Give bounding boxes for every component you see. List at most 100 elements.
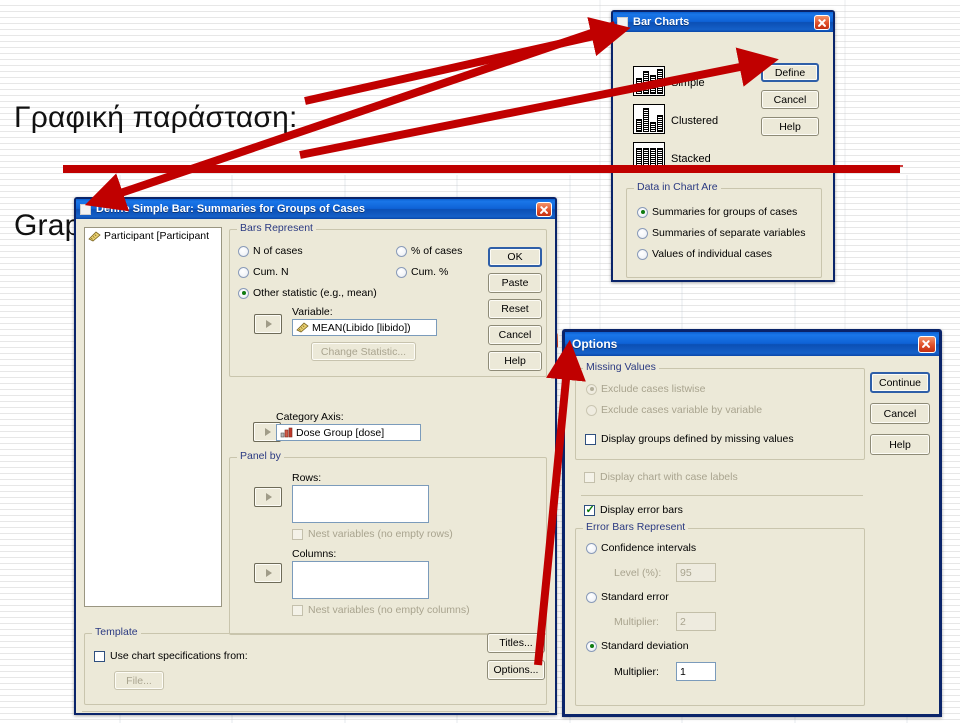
define-simple-bar-title: Define Simple Bar: Summaries for Groups …	[96, 203, 365, 215]
missing-values-group: Missing Values Exclude cases listwise Ex…	[575, 361, 865, 460]
options-titlebar[interactable]: Options	[565, 332, 939, 356]
define-simple-bar-dialog[interactable]: Define Simple Bar: Summaries for Groups …	[74, 197, 557, 715]
radio-standard-deviation[interactable]: Standard deviation	[586, 640, 689, 652]
missing-values-legend: Missing Values	[583, 361, 659, 373]
radio-standard-error[interactable]: Standard error	[586, 591, 669, 603]
radio-exclude-cases-listwise[interactable]: Exclude cases listwise	[586, 383, 705, 395]
radio-dot-icon	[238, 287, 249, 299]
checkbox-display-error-bars[interactable]: Display error bars	[584, 503, 683, 516]
checkbox-nest-variables-rows[interactable]: Nest variables (no empty rows)	[292, 528, 453, 540]
clustered-bar-icon[interactable]	[633, 104, 665, 134]
chart-type-label-clustered[interactable]: Clustered	[671, 115, 718, 127]
checkbox-use-chart-specifications[interactable]: Use chart specifications from:	[94, 650, 248, 662]
panel-rows-field[interactable]	[292, 485, 429, 523]
chart-type-label-simple[interactable]: Simple	[671, 77, 705, 89]
cancel-button[interactable]: Cancel	[488, 325, 542, 345]
change-statistic-button[interactable]: Change Statistic...	[311, 342, 416, 361]
list-item[interactable]: Participant [Participant	[85, 228, 221, 242]
radio-dot-icon	[586, 542, 597, 554]
options-button[interactable]: Options...	[487, 660, 545, 680]
radio-confidence-intervals[interactable]: Confidence intervals	[586, 542, 696, 554]
radio-dot-icon	[396, 245, 407, 257]
panel-rows-label: Rows:	[292, 472, 322, 484]
stacked-bar-icon[interactable]	[633, 142, 665, 172]
radio-dot-icon	[586, 383, 597, 395]
continue-button[interactable]: Continue	[870, 372, 930, 393]
checkbox-nest-variables-columns[interactable]: Nest variables (no empty columns)	[292, 604, 470, 616]
ruler-variable-icon	[88, 230, 101, 242]
standard-error-multiplier-input[interactable]: 2	[676, 612, 716, 631]
radio-summaries-separate-variables[interactable]: Summaries of separate variables	[637, 227, 806, 239]
category-axis-field[interactable]: Dose Group [dose]	[276, 424, 421, 441]
checkbox-box-icon	[584, 471, 595, 483]
help-button[interactable]: Help	[761, 117, 819, 136]
radio-values-individual-cases[interactable]: Values of individual cases	[637, 248, 772, 260]
variable-label: Variable:	[292, 306, 333, 318]
slide-title-line-1: Γραφική παράσταση:	[14, 101, 298, 134]
error-bars-represent-group: Error Bars Represent Confidence interval…	[575, 521, 865, 706]
panel-by-legend: Panel by	[237, 450, 284, 462]
cancel-button[interactable]: Cancel	[870, 403, 930, 424]
error-bars-legend: Error Bars Represent	[583, 521, 689, 533]
titles-button[interactable]: Titles...	[487, 633, 545, 653]
radio-label: N of cases	[253, 245, 303, 257]
checkbox-label: Display error bars	[600, 504, 683, 516]
reset-button[interactable]: Reset	[488, 299, 542, 319]
options-dialog[interactable]: Options Missing Values Exclude cases lis…	[562, 329, 942, 717]
radio-label: Standard deviation	[601, 640, 689, 652]
chart-type-label-stacked[interactable]: Stacked	[671, 153, 711, 165]
radio-dot-icon	[637, 206, 648, 218]
standard-deviation-multiplier-input[interactable]: 1	[676, 662, 716, 681]
radio-summaries-groups-of-cases[interactable]: Summaries for groups of cases	[637, 206, 797, 218]
checkbox-box-icon	[94, 650, 105, 662]
radio-cum-percent[interactable]: Cum. %	[396, 266, 448, 278]
cancel-button[interactable]: Cancel	[761, 90, 819, 109]
standard-error-multiplier-value: 2	[680, 615, 686, 628]
standard-deviation-multiplier-label: Multiplier:	[614, 666, 659, 678]
bar-charts-dialog[interactable]: Bar Charts Simple Clustered Stacked Data…	[611, 10, 835, 282]
statistic-variable-value: MEAN(Libido [libido])	[312, 321, 411, 334]
move-variable-to-rows-button[interactable]	[254, 487, 282, 507]
radio-percent-of-cases[interactable]: % of cases	[396, 245, 462, 257]
paste-button[interactable]: Paste	[488, 273, 542, 293]
checkbox-box-icon	[585, 433, 596, 445]
checkbox-box-icon	[292, 604, 303, 616]
template-legend: Template	[92, 626, 141, 638]
move-variable-to-columns-button[interactable]	[254, 563, 282, 583]
ok-button[interactable]: OK	[488, 247, 542, 267]
data-in-chart-legend: Data in Chart Are	[634, 181, 721, 193]
file-button[interactable]: File...	[114, 671, 164, 690]
statistic-variable-field[interactable]: MEAN(Libido [libido])	[292, 319, 437, 336]
checkbox-display-groups-missing-values[interactable]: Display groups defined by missing values	[585, 433, 794, 445]
close-icon[interactable]	[536, 201, 552, 217]
radio-exclude-cases-variable-by-variable[interactable]: Exclude cases variable by variable	[586, 404, 762, 416]
divider	[82, 711, 549, 712]
close-icon[interactable]	[814, 14, 830, 30]
close-icon[interactable]	[918, 335, 936, 353]
confidence-level-input[interactable]: 95	[676, 563, 716, 582]
define-button[interactable]: Define	[761, 63, 819, 82]
define-simple-bar-titlebar[interactable]: Define Simple Bar: Summaries for Groups …	[76, 199, 555, 219]
bar-charts-title: Bar Charts	[633, 16, 690, 28]
radio-label: Exclude cases variable by variable	[601, 404, 763, 416]
panel-by-group: Panel by Rows: Nest variables (no empty …	[229, 450, 547, 635]
bars-represent-legend: Bars Represent	[237, 222, 316, 234]
radio-label: Exclude cases listwise	[601, 383, 706, 395]
bar-charts-titlebar[interactable]: Bar Charts	[613, 12, 833, 32]
checkbox-label: Display groups defined by missing values	[601, 433, 794, 445]
ruler-variable-icon	[296, 322, 309, 333]
panel-columns-field[interactable]	[292, 561, 429, 599]
checkbox-box-icon	[584, 503, 595, 516]
radio-other-statistic[interactable]: Other statistic (e.g., mean)	[238, 287, 377, 299]
radio-label: Confidence intervals	[601, 542, 697, 554]
simple-bar-icon[interactable]	[633, 66, 665, 96]
checkbox-display-chart-case-labels[interactable]: Display chart with case labels	[584, 471, 738, 483]
help-button[interactable]: Help	[870, 434, 930, 455]
help-button[interactable]: Help	[488, 351, 542, 371]
source-variable-list[interactable]: Participant [Participant	[84, 227, 222, 607]
move-variable-to-statistic-button[interactable]	[254, 314, 282, 334]
category-axis-value: Dose Group [dose]	[296, 426, 385, 439]
radio-cum-n[interactable]: Cum. N	[238, 266, 289, 278]
radio-dot-icon	[396, 266, 407, 278]
radio-n-of-cases[interactable]: N of cases	[238, 245, 303, 257]
